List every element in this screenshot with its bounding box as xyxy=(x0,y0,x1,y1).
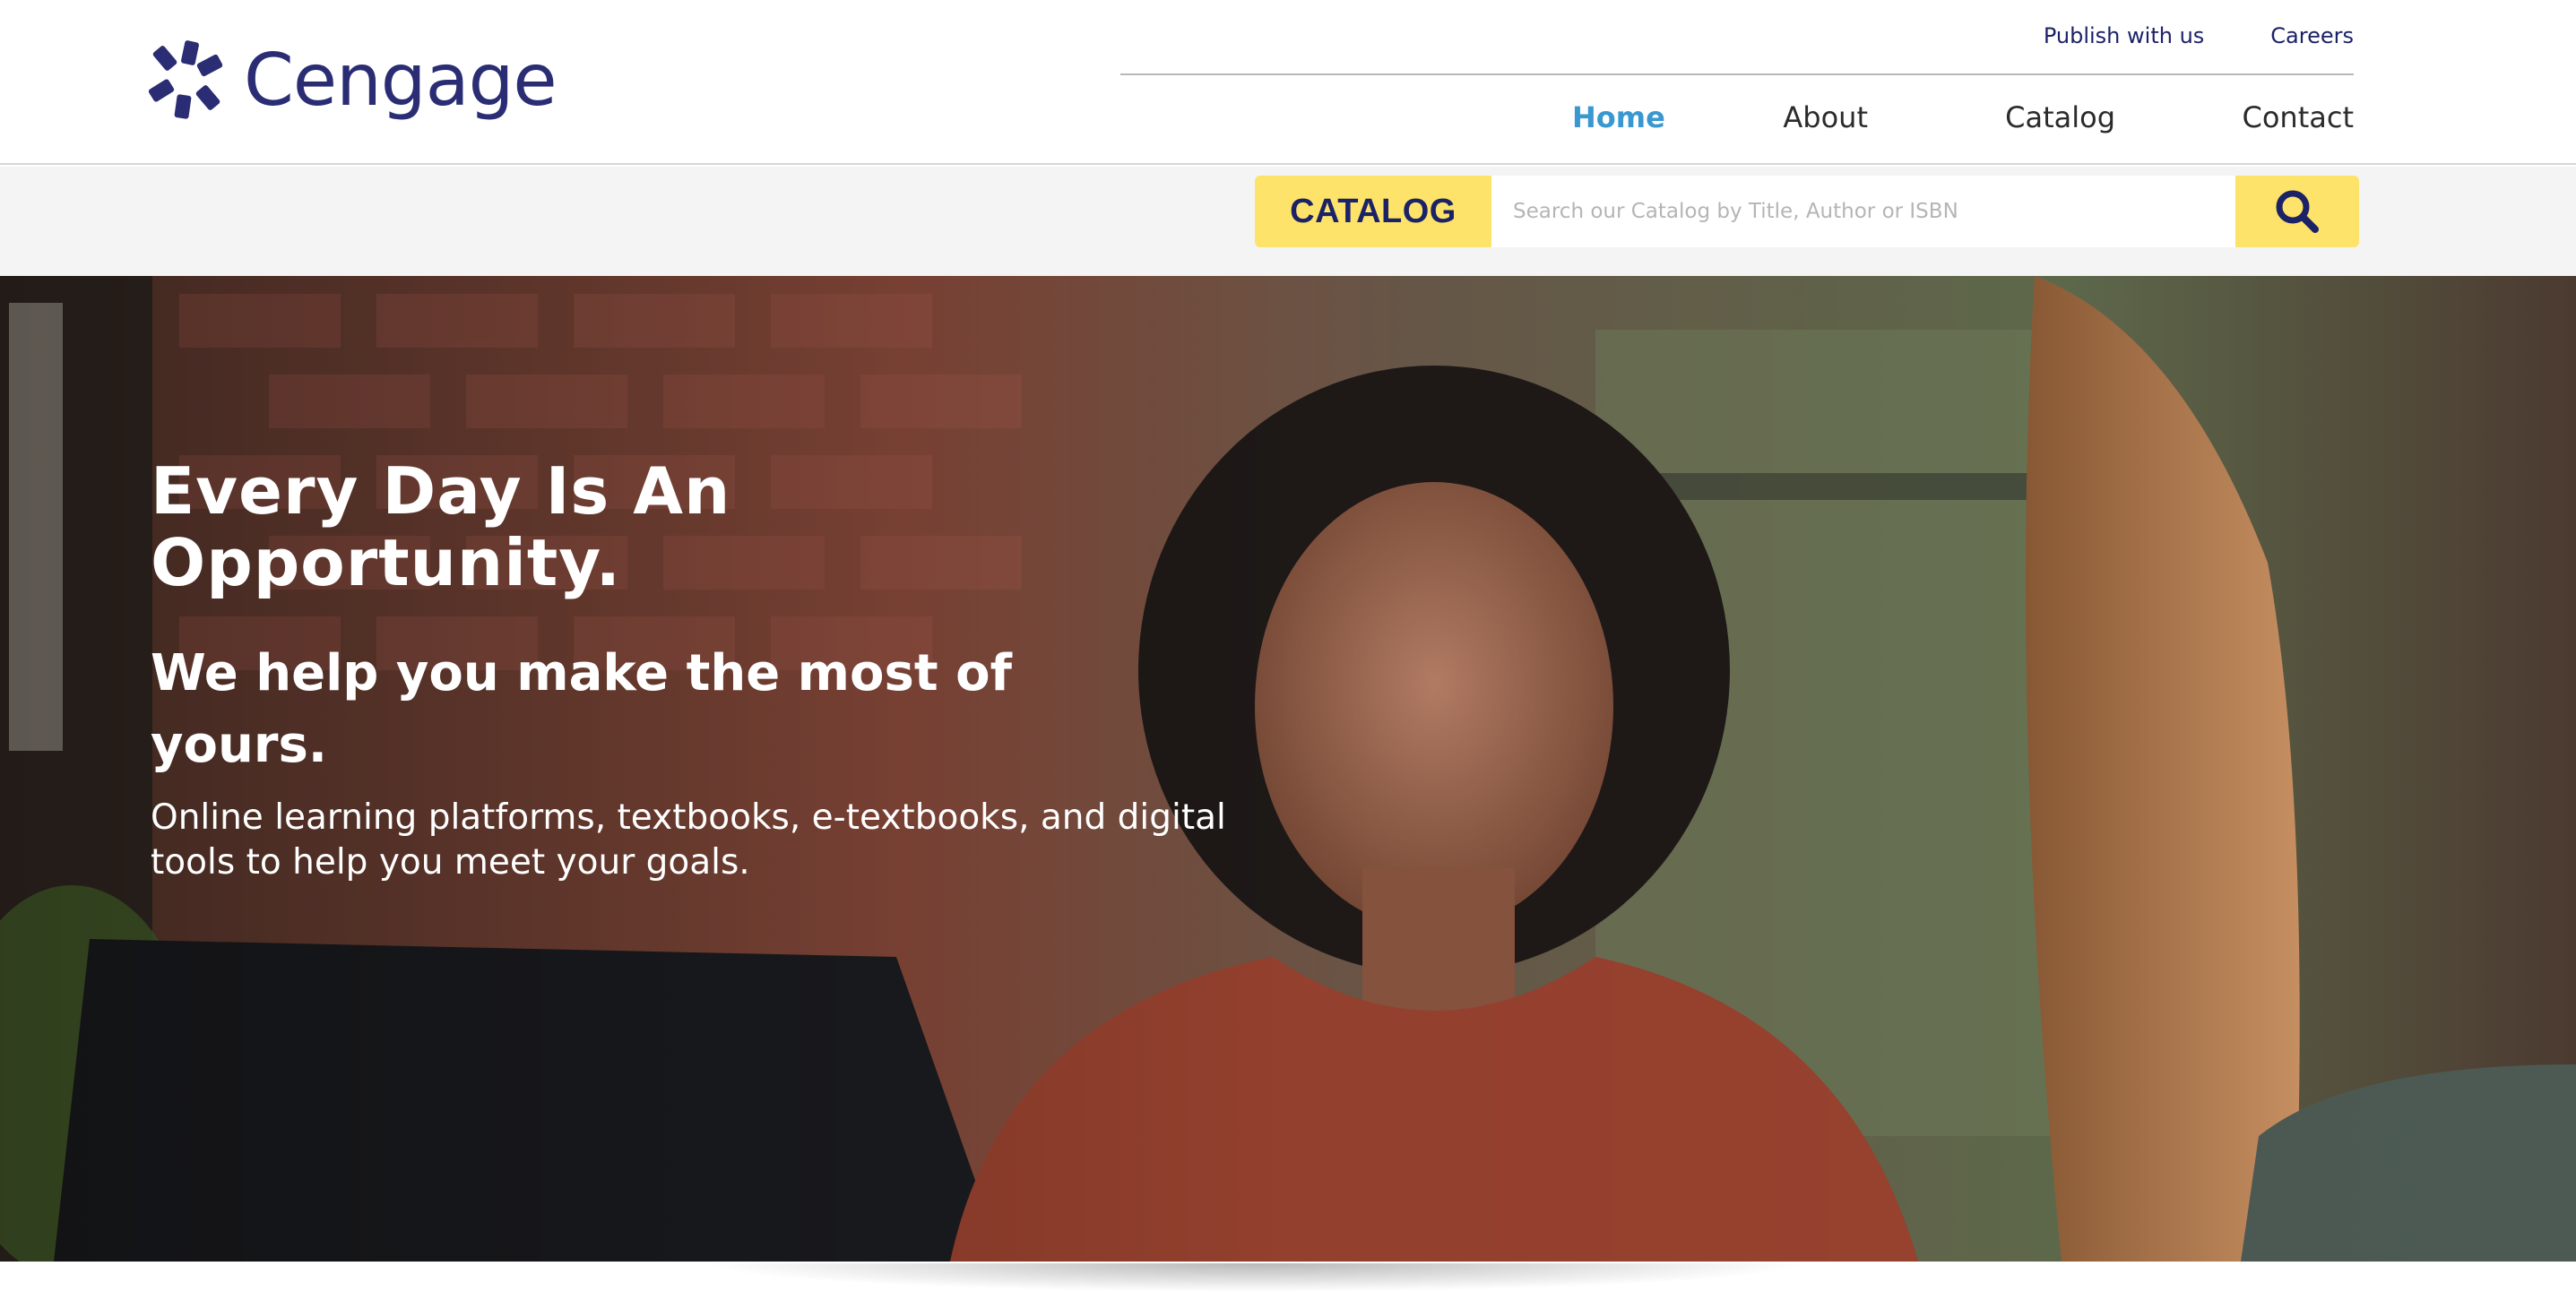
hero-banner: Every Day Is An Opportunity. We help you… xyxy=(0,276,2576,1262)
search-button[interactable] xyxy=(2235,176,2359,247)
utility-nav: Publish with us Careers xyxy=(2044,23,2354,48)
card-shadow xyxy=(699,1263,1811,1292)
cengage-logo-icon xyxy=(149,40,223,119)
hero-description: Online learning platforms, textbooks, e-… xyxy=(151,797,1226,883)
catalog-label: CATALOG xyxy=(1255,176,1491,247)
hero-subtitle: We help you make the most of yours. xyxy=(151,644,1012,774)
search-icon xyxy=(2276,190,2319,233)
catalog-search-bar: CATALOG xyxy=(0,167,2576,276)
main-nav: Home About Catalog Contact xyxy=(1572,100,2354,134)
nav-home[interactable]: Home xyxy=(1572,100,1665,134)
publish-with-us-link[interactable]: Publish with us xyxy=(2044,23,2204,48)
nav-about[interactable]: About xyxy=(1653,100,1868,134)
header-divider xyxy=(1120,73,2354,75)
nav-contact[interactable]: Contact xyxy=(2115,100,2355,134)
catalog-search-input[interactable] xyxy=(1491,176,2235,247)
hero-title: Every Day Is An Opportunity. xyxy=(151,453,731,600)
brand-name: Cengage xyxy=(244,39,558,122)
careers-link[interactable]: Careers xyxy=(2270,23,2354,48)
nav-catalog[interactable]: Catalog xyxy=(1868,100,2115,134)
site-header: Cengage Publish with us Careers Home Abo… xyxy=(0,0,2576,165)
cengage-logo-link[interactable]: Cengage xyxy=(149,39,558,122)
